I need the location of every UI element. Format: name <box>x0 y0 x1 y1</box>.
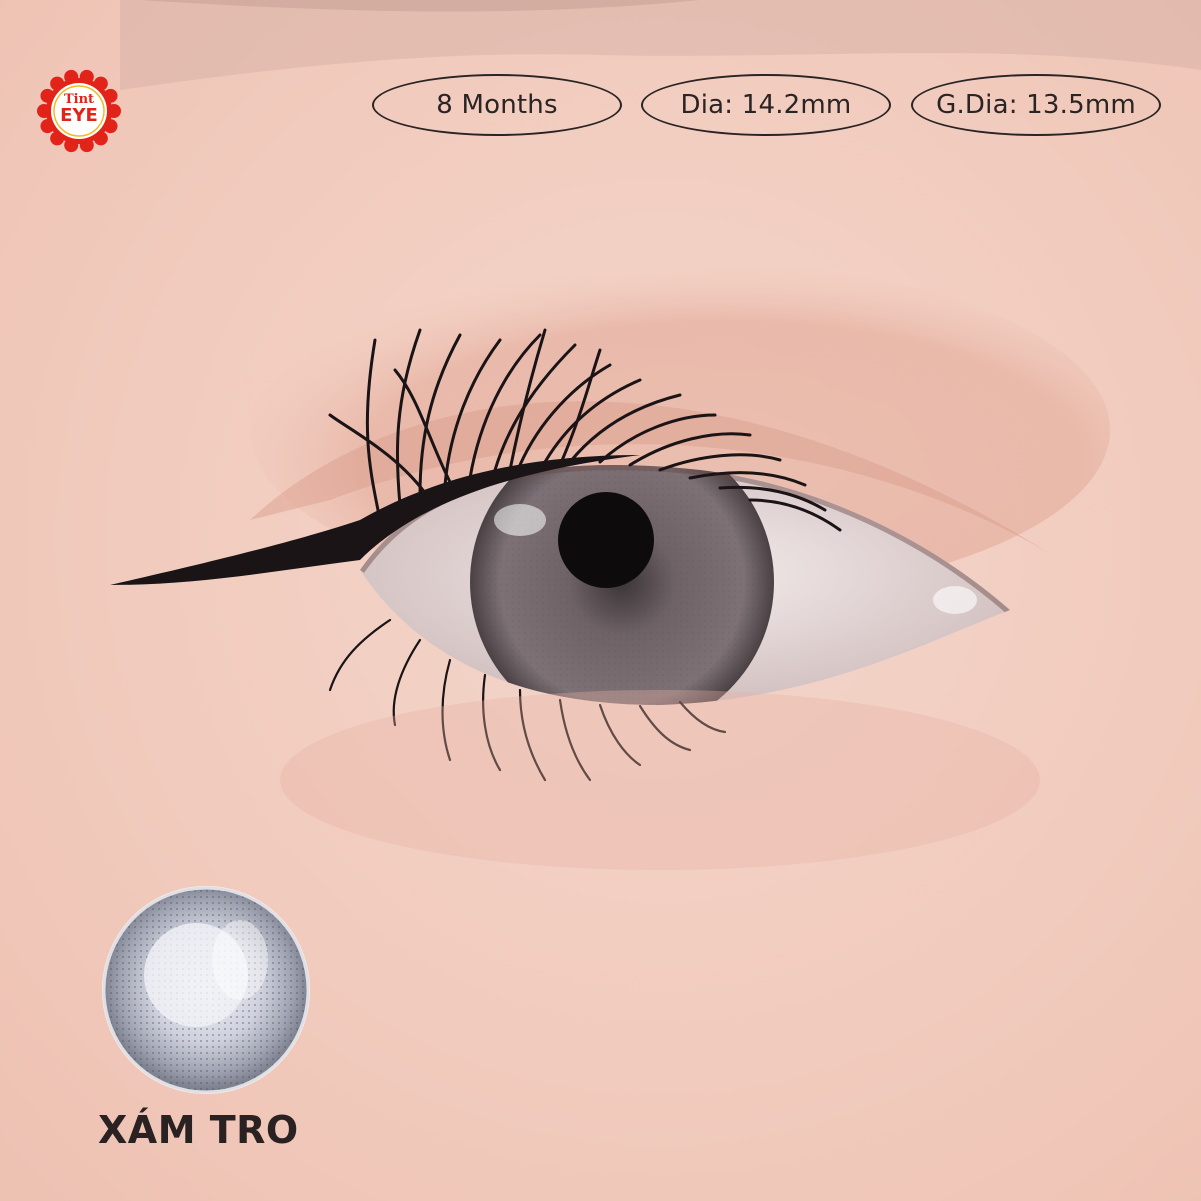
diameter-label: Dia: 14.2mm <box>680 90 852 120</box>
duration-badge: 8 Months <box>372 74 622 136</box>
graphic-diameter-badge: G.Dia: 13.5mm <box>911 74 1161 136</box>
duration-label: 8 Months <box>436 90 558 120</box>
logo-text-bottom: EYE <box>60 105 98 126</box>
diameter-badge: Dia: 14.2mm <box>641 74 891 136</box>
product-name: XÁM TRO <box>98 1108 299 1152</box>
eye-photo <box>0 0 1201 1201</box>
lens-sample <box>102 886 310 1094</box>
brand-logo: Tint EYE <box>37 69 121 153</box>
graphic-diameter-label: G.Dia: 13.5mm <box>936 90 1136 120</box>
